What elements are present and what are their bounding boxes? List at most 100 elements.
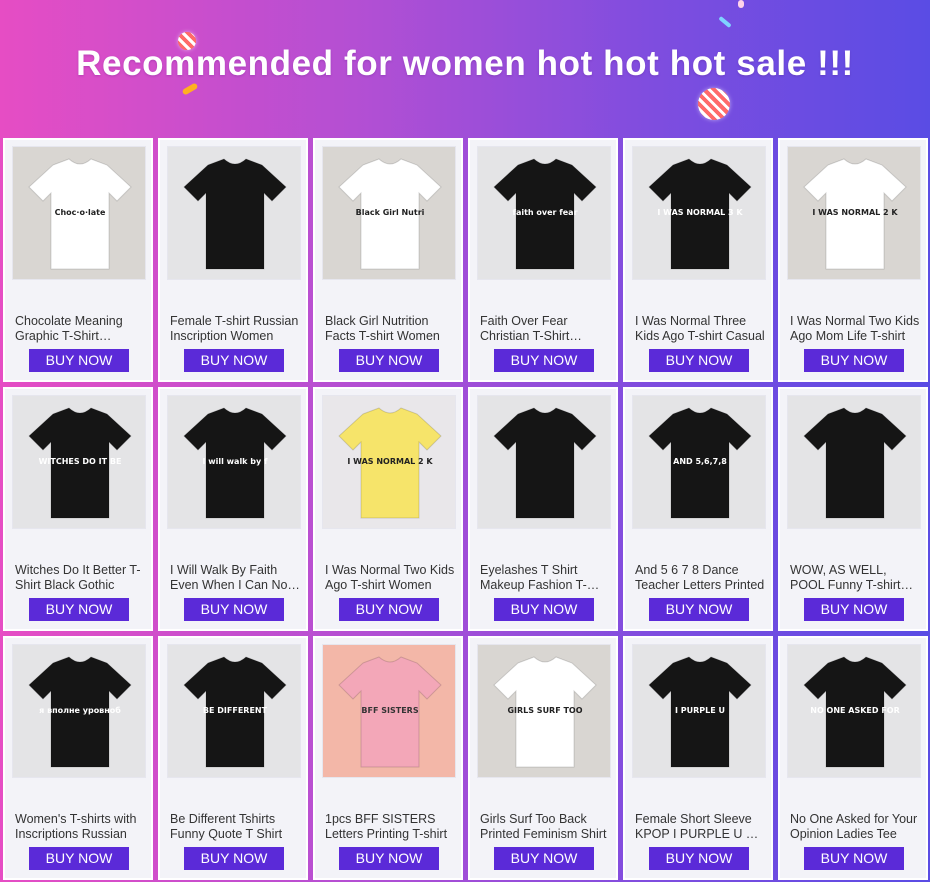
buy-now-button[interactable]: BUY NOW [649, 598, 749, 621]
tshirt-photo-icon: BFF SISTERS [323, 645, 455, 777]
buy-now-button[interactable]: BUY NOW [494, 847, 594, 870]
buy-now-button[interactable]: BUY NOW [494, 349, 594, 372]
product-name[interactable]: And 5 6 7 8 Dance Teacher Letters Printe… [635, 563, 765, 593]
product-image[interactable]: faith over fear [477, 146, 611, 280]
tshirt-photo-icon: BE DIFFERENT [168, 645, 300, 777]
shirt-print-text: Black Girl Nutri [356, 208, 425, 217]
confetti-decoration [718, 15, 732, 29]
buy-now-button[interactable]: BUY NOW [804, 847, 904, 870]
product-card[interactable]: I will walk by f I Will Walk By Faith Eve… [158, 387, 308, 631]
product-name[interactable]: Eyelashes T Shirt Makeup Fashion T-shirt [480, 563, 610, 593]
buy-now-button[interactable]: BUY NOW [649, 847, 749, 870]
tshirt-photo-icon: я вполне уровноб [13, 645, 145, 777]
page-title: Recommended for women hot hot hot sale !… [76, 44, 854, 83]
shirt-print-text: I PURPLE U [675, 706, 725, 715]
product-card[interactable]: BE DIFFERENT Be Different Tshirts Funny Q… [158, 636, 308, 880]
product-card[interactable]: I WAS NORMAL 2 K I Was Normal Two Kids Ag… [313, 387, 463, 631]
banner-header: Recommended for women hot hot hot sale !… [0, 0, 930, 138]
product-image[interactable]: WITCHES DO IT BE [12, 395, 146, 529]
product-name[interactable]: I Was Normal Two Kids Ago T-shirt Women [325, 563, 455, 593]
shirt-print-text: I will walk by f [202, 457, 268, 466]
tshirt-photo-icon: WITCHES DO IT BE [13, 396, 145, 528]
product-card[interactable]: faith over fear Faith Over Fear Christian… [468, 138, 618, 382]
product-name[interactable]: I Was Normal Three Kids Ago T-shirt Casu… [635, 314, 765, 344]
buy-now-button[interactable]: BUY NOW [339, 349, 439, 372]
buy-now-button[interactable]: BUY NOW [184, 349, 284, 372]
tshirt-photo-icon: I PURPLE U [633, 645, 765, 777]
product-grid: Choc·o·late Chocolate Meaning Graphic T-S… [3, 138, 928, 880]
shirt-print-text: я вполне уровноб [39, 705, 121, 715]
product-name[interactable]: Female T-shirt Russian Inscription Women [170, 314, 300, 344]
product-card[interactable]: Black Girl Nutri Black Girl Nutrition Fac… [313, 138, 463, 382]
product-image[interactable]: BE DIFFERENT [167, 644, 301, 778]
product-card[interactable]: WITCHES DO IT BE Witches Do It Better T-S… [3, 387, 153, 631]
product-card[interactable]: WOW, AS WELL, POOL Funny T-shirt Women BU… [778, 387, 928, 631]
product-name[interactable]: Chocolate Meaning Graphic T-Shirt Women [15, 314, 145, 344]
buy-now-button[interactable]: BUY NOW [494, 598, 594, 621]
product-image[interactable]: Choc·o·late [12, 146, 146, 280]
product-card[interactable]: Eyelashes T Shirt Makeup Fashion T-shirt… [468, 387, 618, 631]
buy-now-button[interactable]: BUY NOW [184, 598, 284, 621]
product-card[interactable]: NO ONE ASKED FOR No One Asked for Your Op… [778, 636, 928, 880]
product-image[interactable] [477, 395, 611, 529]
buy-now-button[interactable]: BUY NOW [184, 847, 284, 870]
confetti-decoration [181, 82, 199, 96]
tshirt-photo-icon: Choc·o·late [13, 147, 145, 279]
product-card[interactable]: GIRLS SURF TOO Girls Surf Too Back Printe… [468, 636, 618, 880]
buy-now-button[interactable]: BUY NOW [29, 847, 129, 870]
product-image[interactable]: I WAS NORMAL 3 K [632, 146, 766, 280]
striped-ball-decoration [698, 88, 730, 120]
buy-now-button[interactable]: BUY NOW [29, 349, 129, 372]
product-name[interactable]: Witches Do It Better T-Shirt Black Gothi… [15, 563, 145, 593]
shirt-print-text: Choc·o·late [55, 208, 106, 217]
product-image[interactable]: GIRLS SURF TOO [477, 644, 611, 778]
shirt-print-text: faith over fear [512, 208, 577, 217]
buy-now-button[interactable]: BUY NOW [804, 349, 904, 372]
buy-now-button[interactable]: BUY NOW [339, 847, 439, 870]
product-name[interactable]: Women's T-shirts with Inscriptions Russi… [15, 812, 145, 842]
product-image[interactable]: I will walk by f [167, 395, 301, 529]
buy-now-button[interactable]: BUY NOW [29, 598, 129, 621]
product-name[interactable]: I Will Walk By Faith Even When I Can Not… [170, 563, 300, 593]
product-card[interactable]: Female T-shirt Russian Inscription Women… [158, 138, 308, 382]
product-card[interactable]: BFF SISTERS 1pcs BFF SISTERS Letters Prin… [313, 636, 463, 880]
product-card[interactable]: I WAS NORMAL 2 K I Was Normal Two Kids Ag… [778, 138, 928, 382]
product-name[interactable]: Female Short Sleeve KPOP I PURPLE U T-sh… [635, 812, 765, 842]
product-image[interactable] [787, 395, 921, 529]
product-card[interactable]: я вполне уровноб Women's T-shirts with In… [3, 636, 153, 880]
product-name[interactable]: Be Different Tshirts Funny Quote T Shirt [170, 812, 300, 842]
product-card[interactable]: AND 5,6,7,8 And 5 6 7 8 Dance Teacher Let… [623, 387, 773, 631]
confetti-decoration [738, 0, 744, 8]
product-image[interactable]: BFF SISTERS [322, 644, 456, 778]
product-image[interactable] [167, 146, 301, 280]
shirt-print-text: AND 5,6,7,8 [673, 457, 727, 466]
product-image[interactable]: I PURPLE U [632, 644, 766, 778]
shirt-print-text: I WAS NORMAL 3 K [657, 208, 743, 217]
product-name[interactable]: I Was Normal Two Kids Ago Mom Life T-shi… [790, 314, 920, 344]
product-card[interactable]: I WAS NORMAL 3 K I Was Normal Three Kids … [623, 138, 773, 382]
product-name[interactable]: Girls Surf Too Back Printed Feminism Shi… [480, 812, 610, 842]
tshirt-photo-icon: faith over fear [478, 147, 610, 279]
tshirt-photo-icon: I WAS NORMAL 2 K [788, 147, 920, 279]
product-name[interactable]: Faith Over Fear Christian T-Shirt Women [480, 314, 610, 344]
product-card[interactable]: I PURPLE U Female Short Sleeve KPOP I PUR… [623, 636, 773, 880]
tshirt-photo-icon: NO ONE ASKED FOR [788, 645, 920, 777]
tshirt-photo-icon: I will walk by f [168, 396, 300, 528]
product-image[interactable]: NO ONE ASKED FOR [787, 644, 921, 778]
product-image[interactable]: I WAS NORMAL 2 K [322, 395, 456, 529]
product-name[interactable]: No One Asked for Your Opinion Ladies Tee [790, 812, 920, 842]
tshirt-photo-icon: I WAS NORMAL 3 K [633, 147, 765, 279]
product-image[interactable]: я вполне уровноб [12, 644, 146, 778]
tshirt-photo-icon: Black Girl Nutri [323, 147, 455, 279]
product-name[interactable]: WOW, AS WELL, POOL Funny T-shirt Women [790, 563, 920, 593]
product-card[interactable]: Choc·o·late Chocolate Meaning Graphic T-S… [3, 138, 153, 382]
buy-now-button[interactable]: BUY NOW [804, 598, 904, 621]
product-image[interactable]: I WAS NORMAL 2 K [787, 146, 921, 280]
product-name[interactable]: Black Girl Nutrition Facts T-shirt Women [325, 314, 455, 344]
product-name[interactable]: 1pcs BFF SISTERS Letters Printing T-shir… [325, 812, 455, 842]
shirt-print-text: I WAS NORMAL 2 K [812, 208, 898, 217]
product-image[interactable]: AND 5,6,7,8 [632, 395, 766, 529]
product-image[interactable]: Black Girl Nutri [322, 146, 456, 280]
buy-now-button[interactable]: BUY NOW [649, 349, 749, 372]
buy-now-button[interactable]: BUY NOW [339, 598, 439, 621]
